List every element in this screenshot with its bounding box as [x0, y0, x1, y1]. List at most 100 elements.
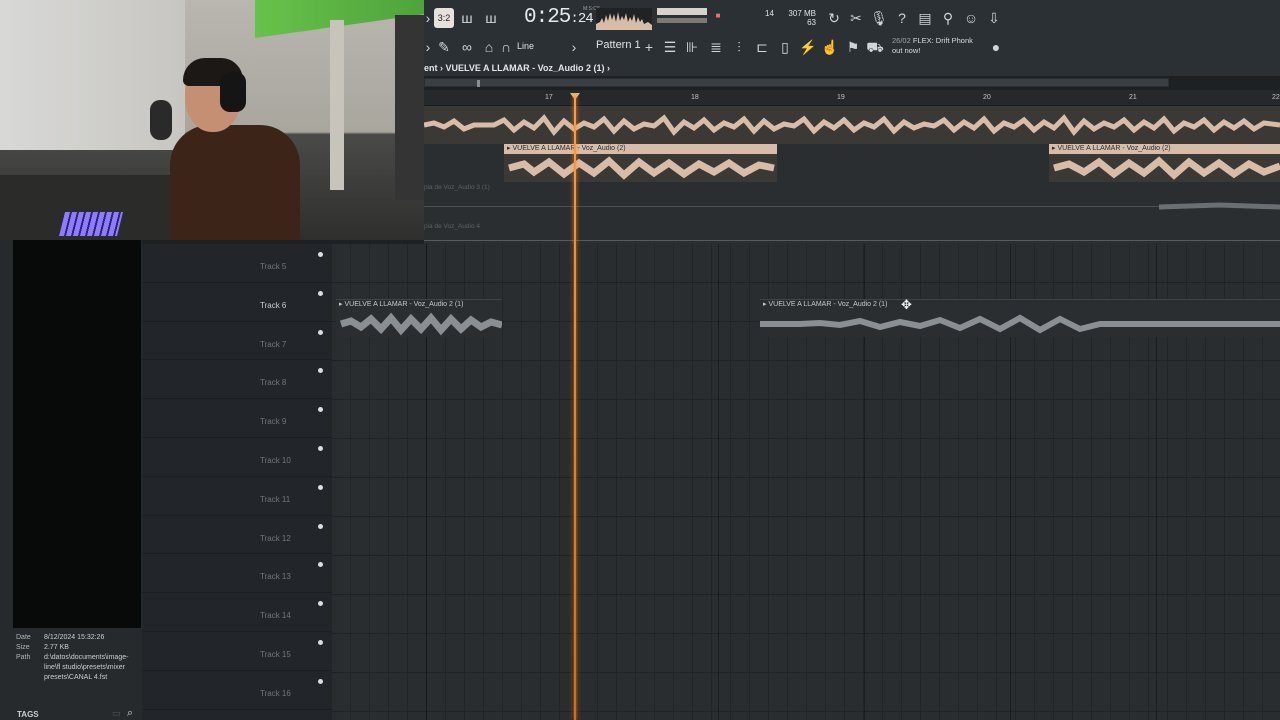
magnet-icon[interactable]: ∩ — [501, 37, 511, 57]
track-mute-dot[interactable] — [318, 368, 323, 374]
audio-clip[interactable]: ▸ VUELVE A LLAMAR - Voz_Audio (2) — [504, 144, 777, 182]
arrow-left-icon[interactable]: › — [424, 37, 432, 57]
track-mute-dot[interactable] — [318, 252, 323, 257]
volume-meter-secondary — [657, 18, 707, 23]
track-header[interactable]: Track 9 — [142, 399, 332, 438]
audio-lane — [424, 106, 1280, 144]
cut-icon[interactable]: ✂ — [846, 8, 866, 28]
track-header[interactable]: Track 16 — [142, 671, 332, 710]
upper-playlist-tracks: ▸ VUELVE A LLAMAR - Voz_Audio (2) ▸ VUEL… — [424, 106, 1280, 244]
news-panel[interactable]: 26/02 FLEX: Drift Phonk out now! — [892, 36, 973, 56]
main-toolbar: › 3:2 ш ш 0:25:24 M:S:CS ■ 14 307 MB 63 ↻… — [424, 0, 1280, 62]
plugin-icon[interactable]: ⚡ — [798, 37, 818, 57]
webcam-door — [395, 15, 424, 200]
playhead[interactable] — [574, 96, 576, 720]
audio-clip-track6[interactable]: ▸ VUELVE A LLAMAR - Voz_Audio 2 (1) — [336, 299, 502, 337]
plugin-picker-icon[interactable]: ⊏ — [752, 37, 772, 57]
webcam-pole — [330, 20, 344, 190]
ruler-mark: 18 — [691, 94, 699, 101]
touch-controller-icon[interactable]: ☝ — [820, 37, 840, 57]
webcam-person-shirt — [170, 125, 300, 240]
bar-line — [572, 244, 573, 720]
pattern-prev-icon[interactable]: › — [564, 37, 584, 57]
clip-indicator-icon: ■ — [715, 11, 721, 20]
file-info: Date 8/12/2024 15:32:26 Size 2.77 KB Path d… — [16, 634, 129, 681]
tempo-icon[interactable]: ш — [457, 8, 477, 28]
clip-title: ▸ VUELVE A LLAMAR - Voz_Audio 2 (1) — [339, 301, 464, 308]
ruler-mark: 21 — [1129, 94, 1137, 101]
lane-line — [424, 240, 1280, 241]
browser-panel: Date 8/12/2024 15:32:26 Size 2.77 KB Path d… — [0, 240, 142, 720]
browser-icon[interactable]: ▯ — [775, 37, 795, 57]
track-header[interactable]: Track 8 — [142, 360, 332, 400]
track-mute-dot[interactable] — [318, 484, 323, 490]
folder-icon[interactable]: ▭ — [112, 708, 121, 719]
channel-rack-icon[interactable]: ≣ — [706, 37, 726, 57]
track-mute-dot[interactable] — [318, 562, 323, 568]
waveform — [508, 156, 775, 180]
webcam-midi-pads — [59, 212, 123, 236]
audio-clip[interactable]: ▸ VUELVE A LLAMAR - Voz_Audio (2) — [1049, 144, 1280, 182]
track-mute-dot[interactable] — [318, 523, 323, 529]
browser-list[interactable] — [13, 240, 141, 628]
timeline-ruler[interactable]: 17 18 19 20 21 22 — [424, 90, 1280, 106]
track-header[interactable]: Track 6 — [142, 283, 332, 322]
playlist-icon[interactable]: ☰ — [660, 37, 680, 57]
tags-label[interactable]: TAGS — [17, 710, 39, 719]
track-mute-dot[interactable] — [318, 329, 323, 335]
playlist-grid[interactable]: ▸ VUELVE A LLAMAR - Voz_Audio 2 (1) ▸ VU… — [332, 244, 1280, 720]
track-header[interactable]: Track 10 — [142, 438, 332, 477]
playlist-breadcrumb[interactable]: ent › VUELVE A LLAMAR - Voz_Audio 2 (1) … — [424, 62, 1280, 76]
mic-icon[interactable]: 🎙 — [869, 8, 889, 28]
waveform — [1053, 156, 1280, 180]
waveform — [339, 312, 502, 336]
tempo-tap-icon[interactable]: ш — [481, 8, 501, 28]
scrollbar-thumb[interactable] — [477, 80, 480, 87]
chat-icon[interactable]: ☺ — [961, 8, 981, 28]
globe-icon[interactable]: ● — [986, 37, 1006, 57]
link-icon[interactable]: ∞ — [457, 37, 477, 57]
record-icon[interactable]: › — [424, 8, 432, 28]
save-icon[interactable]: ▤ — [915, 8, 935, 28]
edison-icon[interactable]: ⚑ — [843, 37, 863, 57]
stamp-icon[interactable]: ⌂ — [479, 37, 499, 57]
track-header[interactable]: Track 11 — [142, 477, 332, 516]
track-mute-dot[interactable] — [318, 601, 323, 607]
download-icon[interactable]: ⇩ — [984, 8, 1004, 28]
clip-title: ▸ VUELVE A LLAMAR - Voz_Audio 2 (1) — [763, 301, 888, 308]
lane-line — [424, 206, 1280, 207]
mixer-icon[interactable]: ⫶ — [729, 37, 749, 57]
webcam-headphones — [220, 72, 246, 112]
track-header[interactable]: Track 15 — [142, 632, 332, 671]
ghost-clip-label: pia de Voz_Audio 4 — [424, 223, 481, 230]
oscilloscope — [596, 8, 652, 30]
track-mute-dot[interactable] — [318, 407, 323, 413]
render-icon[interactable]: ⚲ — [938, 8, 958, 28]
track-mute-dot[interactable] — [318, 640, 323, 645]
horizontal-scrollbar[interactable] — [424, 78, 1169, 87]
cart-icon[interactable]: ⛟ — [865, 37, 885, 57]
song-mode-icon[interactable]: 3:2 — [434, 8, 454, 28]
track-header[interactable]: Track 13 — [142, 554, 332, 594]
add-pattern-icon[interactable]: + — [639, 37, 659, 57]
track-header[interactable]: Track 12 — [142, 516, 332, 555]
webcam-microphone — [150, 100, 172, 140]
track-mute-dot[interactable] — [318, 678, 323, 684]
undo-icon[interactable]: ↻ — [824, 8, 844, 28]
track-mute-dot[interactable] — [318, 290, 323, 296]
ruler-mark: 22 — [1272, 94, 1280, 101]
track-header[interactable]: Track 14 — [142, 593, 332, 632]
track-mute-dot[interactable] — [318, 446, 323, 451]
track-header[interactable]: Track 7 — [142, 322, 332, 361]
ruler-mark: 17 — [545, 94, 553, 101]
track-header[interactable]: Track 5 — [142, 244, 332, 283]
polyphony-count: 14 — [765, 9, 774, 18]
help-icon[interactable]: ? — [892, 8, 912, 28]
pattern-selector[interactable]: Pattern 1 — [596, 39, 641, 51]
volume-meter — [657, 8, 707, 15]
piano-roll-icon[interactable]: ⊪ — [682, 37, 702, 57]
snap-selector[interactable]: Line — [517, 41, 534, 51]
search-icon[interactable]: ⌕ — [127, 707, 133, 720]
paint-brush-icon[interactable]: ✎ — [434, 37, 454, 57]
audio-clip-track6[interactable]: ▸ VUELVE A LLAMAR - Voz_Audio 2 (1) — [760, 299, 1280, 337]
